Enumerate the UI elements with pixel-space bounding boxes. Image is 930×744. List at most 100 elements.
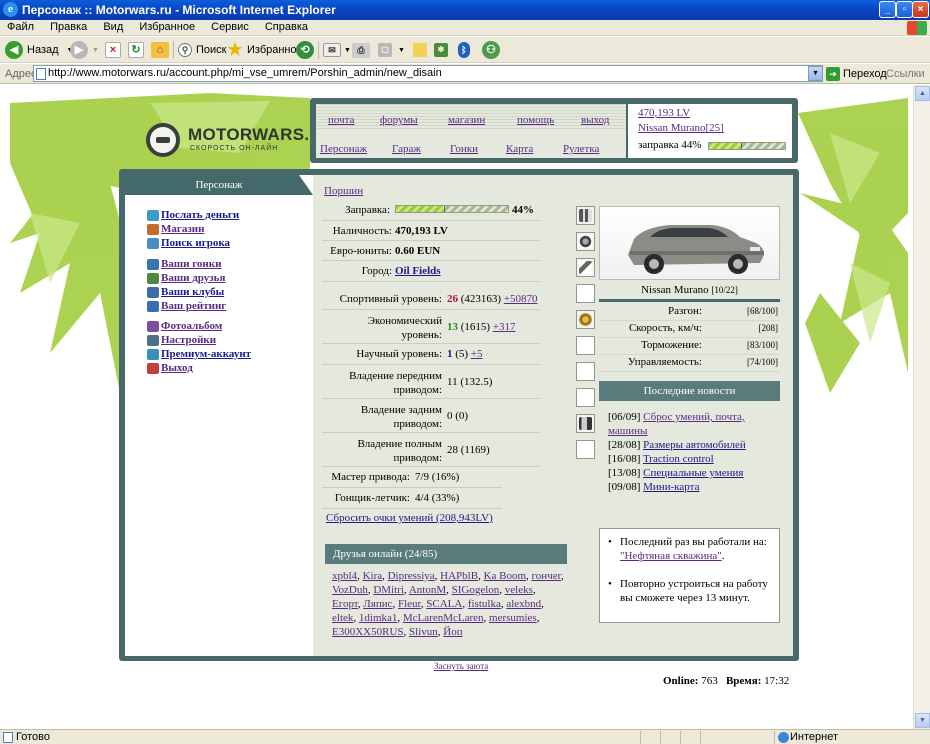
- edit-button[interactable]: ▢ ▼: [378, 40, 405, 60]
- nav-forums[interactable]: форумы: [380, 114, 418, 126]
- left-menu-item[interactable]: Настройки: [147, 333, 216, 347]
- friend-link[interactable]: xpbl4: [332, 570, 357, 582]
- menu-file[interactable]: Файл: [7, 20, 34, 35]
- nav-shop[interactable]: магазин: [448, 114, 485, 126]
- left-menu-item[interactable]: Ваши гонки: [147, 257, 221, 271]
- news-link[interactable]: Traction control: [643, 453, 714, 465]
- menu-help[interactable]: Справка: [265, 20, 308, 35]
- print-button[interactable]: ⎙: [352, 40, 370, 60]
- address-dropdown-icon[interactable]: ▼: [808, 66, 823, 81]
- friend-link[interactable]: 1dimka1: [359, 612, 398, 624]
- friend-link[interactable]: VozDuh: [332, 584, 368, 596]
- friend-link[interactable]: Kira: [363, 570, 383, 582]
- site-logo[interactable]: MOTORWARS.RU СКОРОСТЬ ОН-ЛАЙН: [120, 97, 334, 165]
- favorites-button[interactable]: ★ Избранное: [226, 40, 302, 60]
- car-link[interactable]: Nissan Murano[25]: [638, 122, 724, 134]
- news-link[interactable]: Размеры автомобилей: [643, 439, 746, 451]
- address-input[interactable]: http://www.motorwars.ru/account.php/mi_v…: [33, 65, 823, 82]
- equipment-slot-6[interactable]: [576, 336, 595, 355]
- friend-link[interactable]: Егорт: [332, 598, 358, 610]
- nav-help[interactable]: помощь: [517, 114, 554, 126]
- news-link[interactable]: Специальные умения: [643, 467, 743, 479]
- equipment-slot-10[interactable]: [576, 440, 595, 459]
- friend-link[interactable]: HAPblB: [440, 570, 478, 582]
- car-photo[interactable]: [599, 206, 780, 280]
- vertical-scrollbar[interactable]: ▲ ▼: [913, 85, 930, 729]
- menu-tools[interactable]: Сервис: [211, 20, 249, 35]
- equipment-slot-1[interactable]: [576, 206, 595, 225]
- friend-link[interactable]: Ляпис: [363, 598, 392, 610]
- equipment-slot-2[interactable]: [576, 232, 595, 251]
- work-place-link[interactable]: "Нефтяная скважина": [620, 550, 722, 562]
- friend-link[interactable]: Fleur: [398, 598, 421, 610]
- nav-character[interactable]: Персонаж: [320, 143, 367, 155]
- back-button[interactable]: ◀ Назад ▼: [5, 40, 73, 60]
- friend-link[interactable]: AntonM: [409, 584, 446, 596]
- money-link[interactable]: 470,193 LV: [638, 107, 690, 119]
- econ-plus-link[interactable]: +317: [493, 321, 516, 333]
- equipment-slot-9[interactable]: [576, 414, 595, 433]
- go-button[interactable]: ➔ Переход: [826, 66, 887, 82]
- friend-link[interactable]: veleks: [505, 584, 533, 596]
- menu-edit[interactable]: Правка: [50, 20, 87, 35]
- friend-link[interactable]: mersumies: [489, 612, 537, 624]
- left-menu-item[interactable]: Выход: [147, 361, 193, 375]
- friend-link[interactable]: alexbnd: [506, 598, 541, 610]
- links-label[interactable]: Ссылки: [886, 68, 925, 80]
- home-button[interactable]: ⌂: [151, 40, 169, 60]
- sci-plus-link[interactable]: +5: [471, 348, 483, 360]
- city-link[interactable]: Oil Fields: [395, 265, 441, 277]
- left-menu-item[interactable]: Послать деньги: [147, 208, 239, 222]
- friend-link[interactable]: Ka Boom: [484, 570, 526, 582]
- friend-link[interactable]: E300XX50RUS: [332, 626, 404, 638]
- history-button[interactable]: ⟲: [296, 40, 314, 60]
- maximize-button[interactable]: ▫: [896, 1, 913, 18]
- friend-link[interactable]: eltek: [332, 612, 353, 624]
- left-menu-item[interactable]: Премиум-аккаунт: [147, 347, 251, 361]
- minimize-button[interactable]: _: [879, 1, 896, 18]
- forward-button[interactable]: ▶ ▼: [70, 40, 99, 60]
- nav-roulette[interactable]: Рулетка: [563, 143, 599, 155]
- folder-button[interactable]: [413, 40, 427, 60]
- friend-link[interactable]: SCALA: [426, 598, 462, 610]
- refresh-button[interactable]: ↻: [128, 40, 144, 60]
- bottom-link[interactable]: Заснуть заюта: [434, 661, 488, 671]
- news-link[interactable]: Мини-карта: [643, 481, 699, 493]
- equipment-slot-4[interactable]: [576, 284, 595, 303]
- search-button[interactable]: ⚲ Поиск: [178, 40, 226, 60]
- left-menu-item[interactable]: Поиск игрока: [147, 236, 230, 250]
- reset-skills-link[interactable]: Сбросить очки умений (208,943LV): [326, 512, 493, 524]
- left-menu-item[interactable]: Ваш рейтинг: [147, 299, 226, 313]
- bluetooth-button[interactable]: ᛒ: [458, 40, 470, 60]
- left-menu-item[interactable]: Ваши клубы: [147, 285, 224, 299]
- nav-mail[interactable]: почта: [328, 114, 354, 126]
- friend-link[interactable]: гончег: [532, 570, 561, 582]
- close-button[interactable]: ×: [912, 1, 929, 18]
- friend-link[interactable]: DMitri: [373, 584, 404, 596]
- friend-link[interactable]: SIGogelon: [452, 584, 500, 596]
- nav-races[interactable]: Гонки: [450, 143, 478, 155]
- friend-link[interactable]: fistulka: [468, 598, 501, 610]
- left-menu-item[interactable]: Ваши друзья: [147, 271, 225, 285]
- equipment-slot-5[interactable]: [576, 310, 595, 329]
- character-name-link[interactable]: Поршин: [324, 185, 363, 197]
- equipment-slot-7[interactable]: [576, 362, 595, 381]
- plugin-button[interactable]: ✻: [434, 40, 448, 60]
- friend-link[interactable]: Йоп: [443, 626, 462, 638]
- friend-link[interactable]: McLarenMcLaren: [403, 612, 484, 624]
- left-menu-item[interactable]: Магазин: [147, 222, 204, 236]
- stop-button[interactable]: ×: [105, 40, 121, 60]
- nav-garage[interactable]: Гараж: [392, 143, 421, 155]
- nav-exit[interactable]: выход: [581, 114, 609, 126]
- menu-favorites[interactable]: Избранное: [139, 20, 195, 35]
- mail-button[interactable]: ✉ ▼: [323, 40, 351, 60]
- friend-link[interactable]: Slivun: [409, 626, 438, 638]
- equipment-slot-8[interactable]: [576, 388, 595, 407]
- equipment-slot-3[interactable]: [576, 258, 595, 277]
- nav-map[interactable]: Карта: [506, 143, 533, 155]
- sport-plus-link[interactable]: +50870: [504, 293, 538, 305]
- menu-view[interactable]: Вид: [103, 20, 123, 35]
- messenger-button[interactable]: ⚇: [482, 40, 500, 60]
- friend-link[interactable]: Dipressiya: [388, 570, 435, 582]
- left-menu-item[interactable]: Фотоальбом: [147, 319, 222, 333]
